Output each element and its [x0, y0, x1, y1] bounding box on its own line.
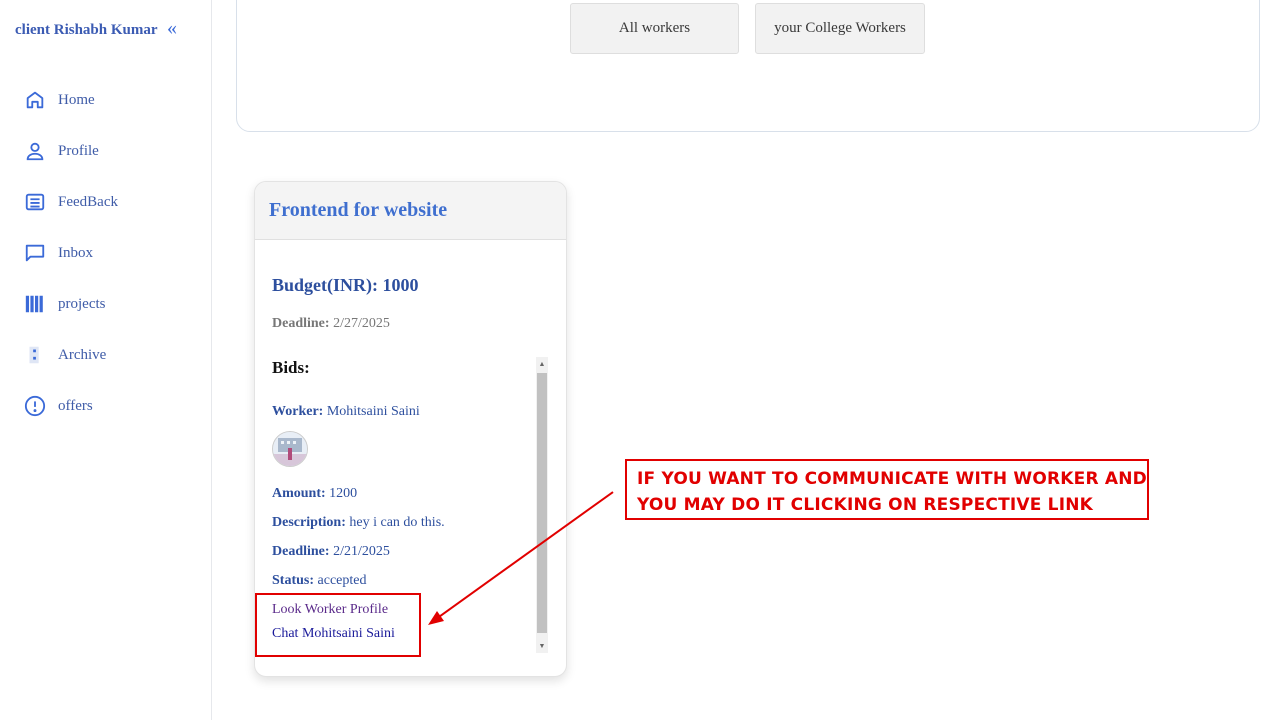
annotation-highlight-box [255, 593, 421, 657]
bid-amount: Amount: 1200 [272, 486, 357, 502]
bids-scrollbar[interactable]: ▲ ▼ [536, 357, 548, 653]
description-label: Description: [272, 515, 346, 530]
annotation-callout: IF YOU WANT TO COMMUNICATE WITH WORKER A… [625, 459, 1149, 520]
project-budget: Budget(INR): 1000 [272, 275, 419, 296]
chat-bubble-icon [25, 244, 45, 262]
budget-value: 1000 [382, 275, 419, 295]
all-workers-button[interactable]: All workers [570, 3, 739, 54]
scroll-down-arrow-icon[interactable]: ▼ [536, 639, 548, 653]
bid-status: Status: accepted [272, 573, 366, 589]
client-name: client Rishabh Kumar [15, 22, 158, 38]
sidebar-item-inbox[interactable]: Inbox [24, 238, 93, 268]
bid-worker: Worker: Mohitsaini Saini [272, 404, 420, 420]
worker-label: Worker: [272, 404, 324, 419]
amount-value: 1200 [329, 486, 358, 501]
collapse-sidebar-icon[interactable]: « [167, 17, 177, 40]
project-title: Frontend for website [269, 199, 448, 221]
sidebar-item-archive[interactable]: Archive [24, 340, 106, 370]
worker-name: Mohitsaini Saini [326, 404, 420, 419]
feedback-list-icon [25, 193, 45, 211]
home-icon [26, 91, 44, 109]
alert-circle-icon [24, 395, 46, 417]
sidebar-item-label: Archive [58, 346, 107, 363]
sidebar-item-label: Home [58, 91, 95, 108]
sidebar-item-projects[interactable]: projects [24, 289, 105, 319]
sidebar-item-label: FeedBack [58, 193, 118, 210]
sidebar-item-profile[interactable]: Profile [24, 136, 99, 166]
projects-bars-icon [25, 295, 43, 313]
bid-description: Description: hey i can do this. [272, 515, 445, 531]
amount-label: Amount: [272, 486, 326, 501]
sidebar: client Rishabh Kumar « Home Profile Feed… [0, 0, 212, 720]
scroll-thumb[interactable] [537, 373, 547, 633]
sidebar-item-home[interactable]: Home [24, 85, 95, 115]
description-value: hey i can do this. [349, 515, 445, 530]
sidebar-item-feedback[interactable]: FeedBack [24, 187, 118, 217]
status-value: accepted [317, 573, 367, 588]
project-card-header: Frontend for website [255, 182, 566, 240]
annotation-line-1: IF YOU WANT TO COMMUNICATE WITH WORKER A… [637, 469, 1147, 489]
worker-filter-panel [236, 0, 1260, 132]
user-icon [26, 142, 44, 161]
bids-heading: Bids: [272, 358, 310, 377]
bid-deadline-label: Deadline: [272, 544, 330, 559]
sidebar-item-label: projects [58, 295, 106, 312]
annotation-line-2: YOU MAY DO IT CLICKING ON RESPECTIVE LIN… [637, 495, 1094, 515]
deadline-label: Deadline: [272, 316, 330, 331]
sidebar-item-label: offers [58, 397, 93, 414]
worker-avatar [272, 431, 308, 467]
bid-deadline-value: 2/21/2025 [333, 544, 390, 559]
budget-label: Budget(INR): [272, 275, 378, 295]
status-label: Status: [272, 573, 315, 588]
project-deadline: Deadline: 2/27/2025 [272, 316, 390, 332]
sidebar-item-offers[interactable]: offers [24, 391, 93, 421]
sidebar-item-label: Inbox [58, 244, 93, 261]
bid-deadline: Deadline: 2/21/2025 [272, 544, 390, 560]
deadline-value: 2/27/2025 [333, 316, 390, 331]
scroll-up-arrow-icon[interactable]: ▲ [536, 357, 548, 371]
sidebar-item-label: Profile [58, 142, 99, 159]
archive-icon [29, 346, 39, 364]
college-workers-button[interactable]: your College Workers [755, 3, 925, 54]
